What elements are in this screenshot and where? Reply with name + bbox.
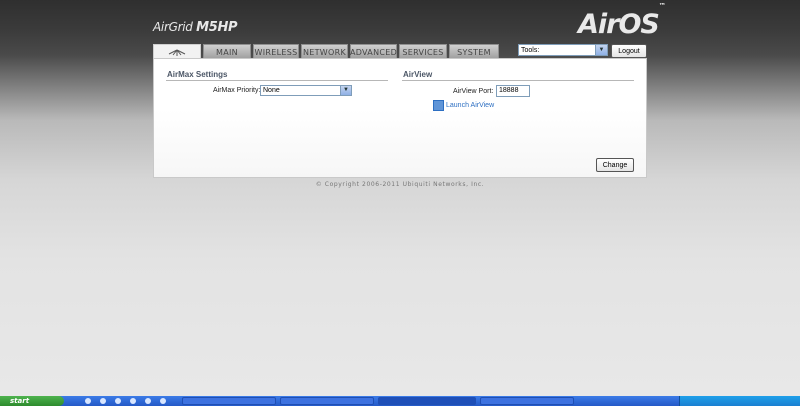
taskbar-window[interactable] (182, 397, 276, 405)
tab-advanced[interactable]: ADVANCED (350, 44, 397, 59)
quicklaunch-icon[interactable] (160, 398, 166, 404)
airmax-priority-label: AirMax Priority: (213, 87, 261, 94)
main-tabs: MAIN WIRELESS NETWORK ADVANCED SERVICES … (153, 44, 501, 60)
quicklaunch-icon[interactable] (130, 398, 136, 404)
tools-select-value: Tools: (521, 46, 540, 54)
airos-logo: AirOS™ (578, 2, 666, 40)
system-tray (679, 396, 800, 406)
windows-taskbar: start (0, 396, 800, 406)
device-brand: AirGrid M5HP (153, 20, 238, 35)
launch-airview-link[interactable]: Launch AirView (433, 100, 494, 111)
tab-network[interactable]: NETWORK (301, 44, 348, 59)
tab-services[interactable]: SERVICES (399, 44, 447, 59)
device-name: AirGrid (153, 20, 193, 34)
quicklaunch-icon[interactable] (145, 398, 151, 404)
airview-port-input[interactable]: 18888 (496, 85, 530, 97)
taskbar-window[interactable] (480, 397, 574, 405)
chevron-down-icon: ▼ (595, 45, 607, 55)
airmax-section-title: AirMax Settings (167, 70, 228, 79)
airmax-priority-value: None (263, 87, 280, 94)
tools-select[interactable]: Tools: ▼ (518, 44, 608, 56)
airview-divider (402, 80, 634, 81)
airview-port-label: AirView Port: (453, 88, 494, 95)
ubiquiti-logo-icon (168, 49, 186, 56)
quicklaunch-icon[interactable] (85, 398, 91, 404)
taskbar-window[interactable] (280, 397, 374, 405)
quicklaunch-icon[interactable] (100, 398, 106, 404)
airview-section-title: AirView (403, 70, 433, 79)
airview-launch-icon (433, 100, 444, 111)
launch-airview-label: Launch AirView (446, 102, 495, 109)
airmax-divider (166, 80, 388, 81)
start-button[interactable]: start (0, 396, 64, 406)
settings-panel: AirMax Settings AirMax Priority: None ▼ … (153, 58, 647, 178)
airmax-priority-select[interactable]: None ▼ (260, 85, 352, 96)
device-model: M5HP (196, 20, 238, 35)
change-button[interactable]: Change (596, 158, 634, 172)
quicklaunch-icon[interactable] (115, 398, 121, 404)
tab-system[interactable]: SYSTEM (449, 44, 499, 59)
chevron-down-icon: ▼ (340, 86, 351, 95)
taskbar-window-active[interactable] (378, 397, 476, 405)
tab-wireless[interactable]: WIRELESS (253, 44, 299, 59)
logout-button[interactable]: Logout (611, 44, 647, 58)
copyright-text: © Copyright 2006-2011 Ubiquiti Networks,… (315, 181, 485, 188)
tab-main[interactable]: MAIN (203, 44, 251, 59)
